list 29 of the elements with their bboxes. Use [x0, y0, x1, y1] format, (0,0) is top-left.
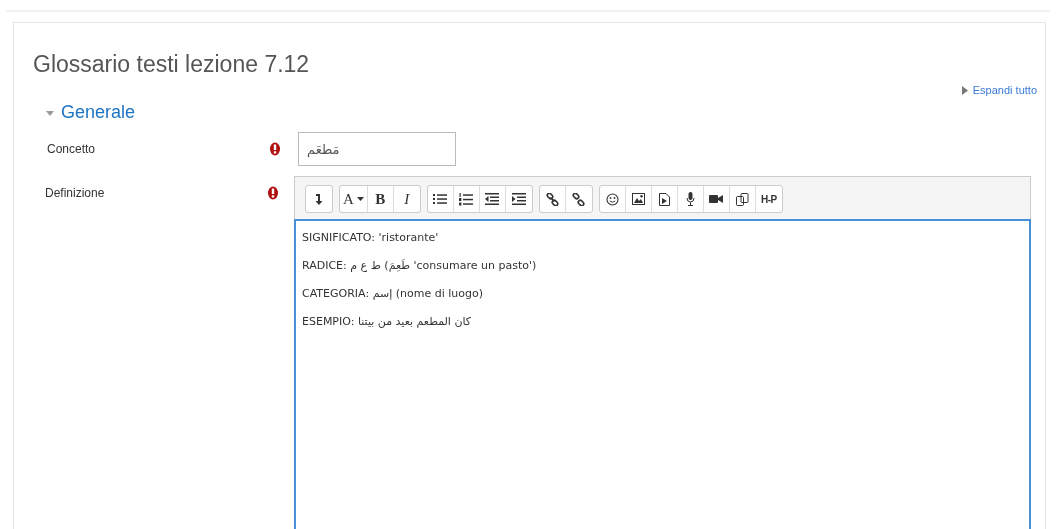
- definition-paragraph: CATEGORIA: إسم (nome di luogo): [302, 287, 484, 300]
- page-title: Glossario testi lezione 7.12: [33, 51, 311, 78]
- toolbar-button[interactable]: H-P: [755, 186, 782, 212]
- unlink-icon: [572, 192, 586, 206]
- toolbar-button[interactable]: A: [340, 186, 368, 212]
- outdent-icon: [485, 193, 500, 205]
- definition-paragraph: SIGNIFICATO: 'ristorante': [302, 231, 440, 244]
- video-camera-icon: [709, 194, 724, 204]
- copy-icon: [735, 192, 749, 206]
- microphone-icon: [685, 192, 695, 206]
- media-file-icon: [658, 192, 670, 206]
- concept-input[interactable]: مَطعَم: [298, 132, 456, 166]
- field-label: Concetto: [46, 141, 97, 156]
- expand-icon: [961, 85, 968, 95]
- toolbar-button[interactable]: I: [393, 186, 420, 212]
- caret-icon: [356, 196, 364, 202]
- field-label: Definizione: [44, 185, 106, 200]
- section-title[interactable]: Generale: [61, 102, 136, 123]
- numbered-list-icon: [459, 192, 474, 206]
- image-icon: [631, 193, 645, 205]
- smiley-icon: [605, 192, 619, 206]
- link-icon: [545, 192, 559, 206]
- definition-paragraph: RADICE: ط ع م (طَعِمَ 'consumare un pasto'): [302, 259, 538, 272]
- bullet-list-icon: [433, 193, 448, 205]
- toolbar-button[interactable]: B: [367, 186, 394, 212]
- expand-all-link[interactable]: Espandi tutto: [961, 84, 1037, 96]
- arrow-icon: [313, 192, 325, 206]
- indent-icon: [511, 193, 526, 205]
- definition-paragraph: ESEMPIO: كان المطعم بعيد من بيتنا: [302, 315, 473, 328]
